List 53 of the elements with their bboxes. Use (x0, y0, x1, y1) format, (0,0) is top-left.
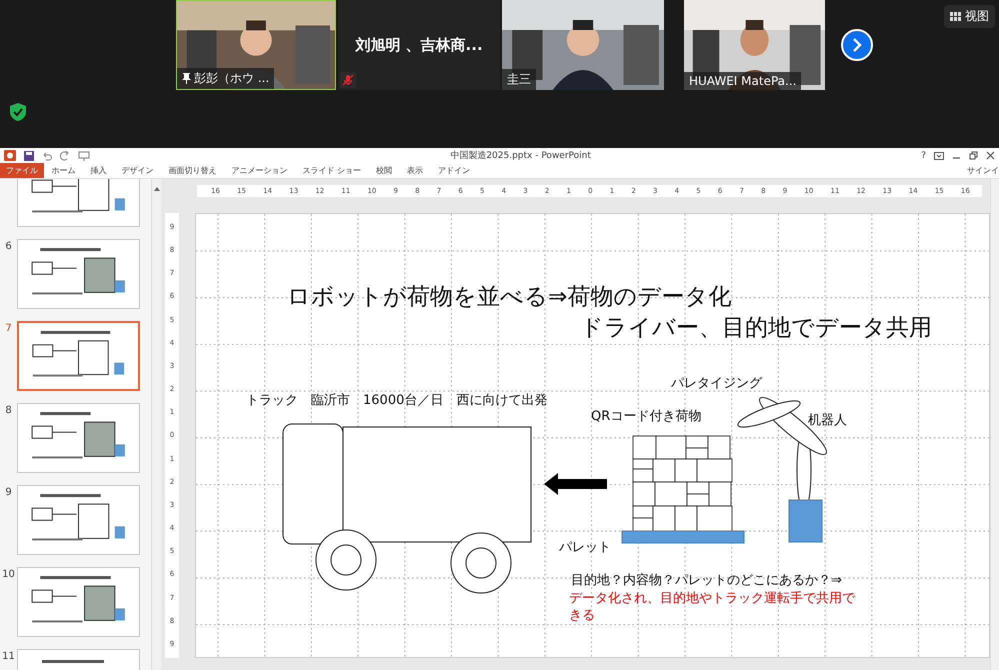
ribbon-tab[interactable]: アドイン (430, 163, 478, 178)
view-button[interactable]: 视图 (944, 5, 995, 28)
next-page-button[interactable] (841, 29, 873, 61)
participant-tile[interactable]: 刘旭明 、吉林商... (338, 0, 500, 90)
slide-number: 10 (1, 568, 16, 580)
scroll-up-icon[interactable] (153, 185, 162, 193)
save-icon[interactable] (24, 150, 34, 160)
slide-number: 6 (4, 240, 13, 252)
ribbon-tab[interactable]: スライド ショー (295, 163, 369, 178)
video-tile[interactable]: HUAWEI MatePa... (684, 0, 825, 90)
slide-title: ドライバー、目的地でデータ共用 (580, 315, 932, 343)
ribbon-tab[interactable]: アニメーション (224, 163, 295, 178)
participant-name: 刘旭明 、吉林商... (355, 36, 483, 54)
left-arrow (544, 473, 607, 495)
truck-label: トラック 臨沂市 16000台／日 西に向けて出発 (246, 393, 548, 409)
undo-icon[interactable] (42, 150, 52, 160)
grid-icon (950, 12, 961, 22)
slide-number: 8 (4, 404, 13, 416)
cargo-label: QRコード付き荷物 (591, 409, 702, 425)
video-tile[interactable]: 圭三 (502, 0, 664, 90)
participant-name: HUAWEI MatePa... (684, 72, 802, 90)
presentation-icon[interactable] (78, 150, 90, 160)
pallet-label: パレット (559, 540, 611, 556)
security-shield-icon[interactable] (10, 103, 26, 121)
ribbon-tab[interactable]: 挿入 (83, 163, 114, 178)
participant-name: 彭彭（ホウ ... (177, 68, 274, 89)
ribbon-tab[interactable]: 画面切り替え (161, 163, 224, 178)
slide-number: 9 (4, 486, 13, 498)
scrollbar[interactable] (990, 179, 999, 670)
sign-in-link[interactable]: サインイ (967, 165, 999, 176)
slide-number: 7 (4, 322, 13, 334)
restore-icon[interactable] (969, 151, 978, 160)
ribbon-tab[interactable]: デザイン (114, 163, 161, 178)
help-button[interactable]: ? (921, 150, 926, 160)
ribbon-tab[interactable]: 校閲 (368, 163, 400, 178)
redo-icon[interactable] (60, 150, 70, 160)
answer-text: データ化され、目的地やトラック運転手で共用できる (569, 591, 856, 625)
question-text: 目的地？内容物？パレットのどこにあるか？⇒ (571, 573, 842, 589)
close-icon[interactable] (986, 151, 995, 160)
chevron-right-icon (851, 38, 863, 52)
participant-name: 圭三 (502, 69, 536, 90)
video-tile[interactable]: 彭彭（ホウ ... (176, 0, 336, 90)
ribbon-tab[interactable]: ホーム (44, 163, 83, 178)
palletizing-label: パレタイジング (671, 376, 762, 392)
window-title: 中国製造2025.pptx - PowerPoint (450, 150, 591, 162)
slide-title: ロボットが荷物を並べる⇒荷物のデータ化 (287, 284, 732, 312)
slide-thumbnail-drawing (42, 660, 104, 663)
ribbon-display-icon[interactable] (934, 152, 944, 160)
robot-label: 机器人 (808, 413, 847, 429)
ribbon-tab[interactable]: 表示 (400, 163, 431, 178)
file-tab[interactable]: ファイル (0, 163, 44, 178)
slide-thumbnail[interactable] (17, 649, 140, 670)
slide-number: 11 (1, 650, 16, 662)
